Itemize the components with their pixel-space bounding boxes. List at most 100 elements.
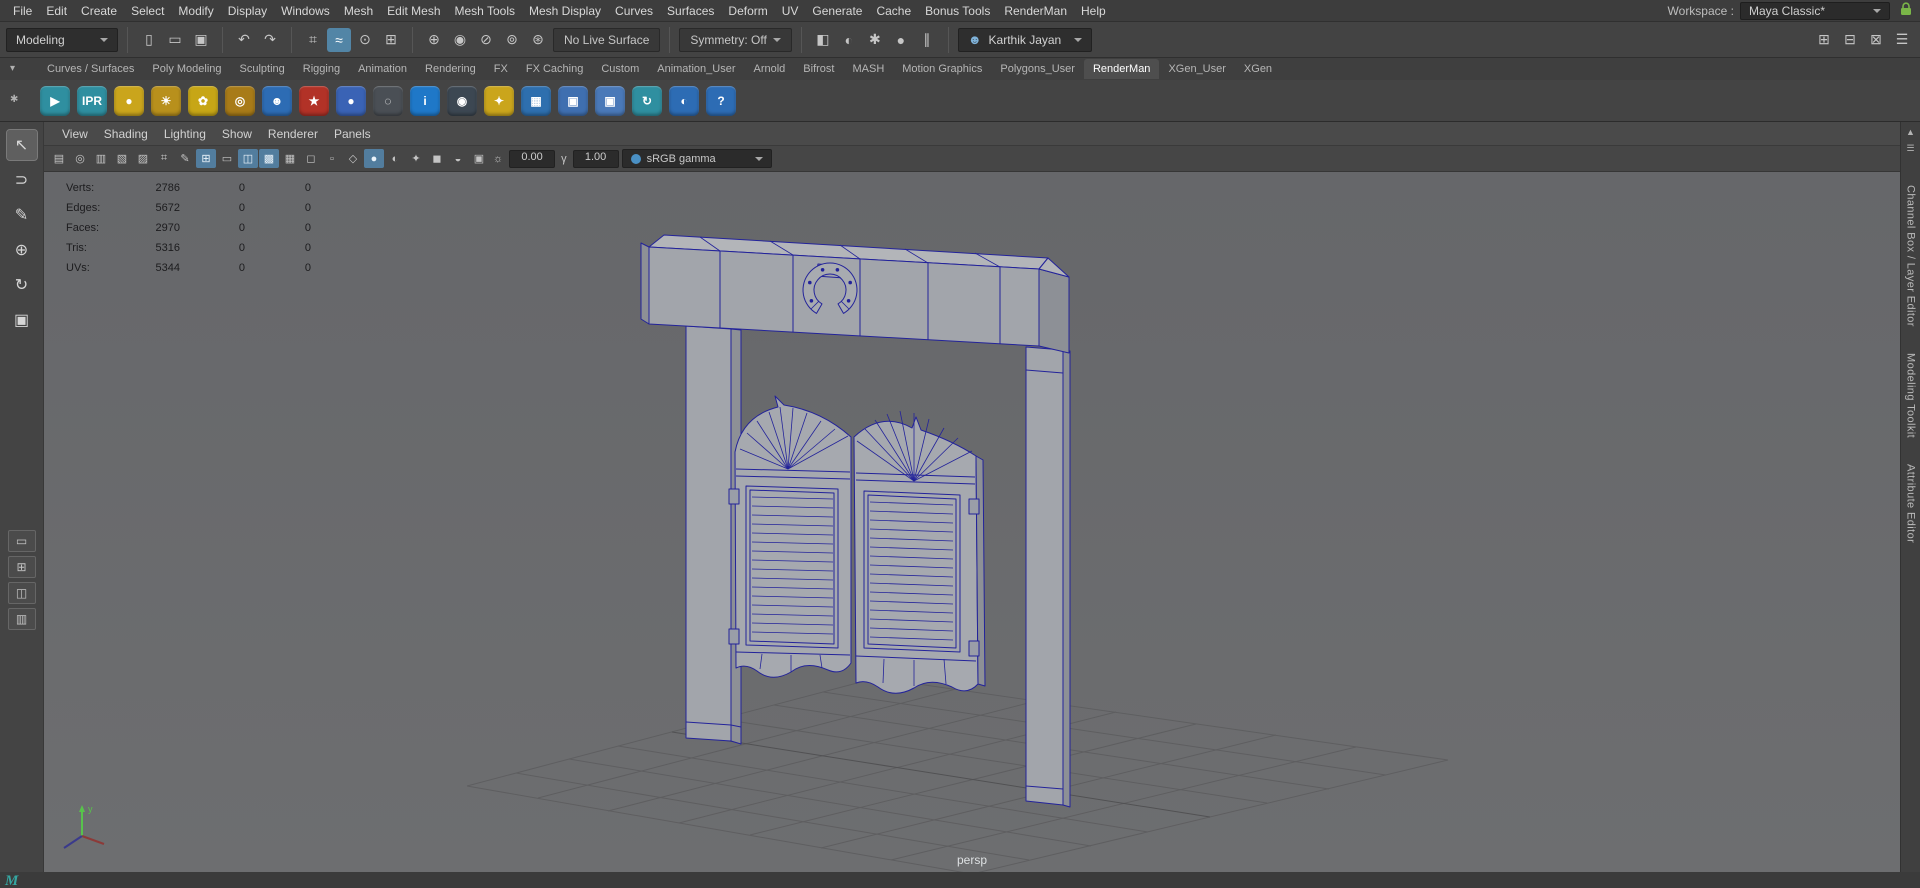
renderman-render-icon[interactable]: ▶ xyxy=(40,85,70,116)
menu-set-dropdown[interactable]: Modeling xyxy=(6,27,118,52)
swirl-sphere-icon[interactable]: ◐ xyxy=(669,85,699,116)
wireframe-mode-icon[interactable]: ◇ xyxy=(343,149,363,168)
panel-menu-item[interactable]: Show xyxy=(214,124,260,144)
light-bulb-icon[interactable]: ✦ xyxy=(484,85,514,116)
image-plane-icon[interactable]: ▨ xyxy=(133,149,153,168)
menu-item[interactable]: Mesh Display xyxy=(522,1,608,21)
menu-item[interactable]: Bonus Tools xyxy=(918,1,997,21)
save-scene-icon[interactable]: ▣ xyxy=(189,28,213,52)
lock-camera-icon[interactable]: ◎ xyxy=(70,149,90,168)
shelf-tab[interactable]: Bifrost xyxy=(794,59,843,79)
menu-item[interactable]: Mesh Tools xyxy=(448,1,522,21)
lpe-table-icon[interactable]: ▦ xyxy=(521,85,551,116)
chevron-up-icon[interactable]: ▲ xyxy=(1906,127,1915,143)
highlight-selection-icon[interactable]: ⊚ xyxy=(500,28,524,52)
tab-modeling-toolkit[interactable]: Modeling Toolkit xyxy=(1905,353,1917,438)
gold-material-icon[interactable]: ◎ xyxy=(225,85,255,116)
texture-ball-icon[interactable]: ● xyxy=(889,28,913,52)
shelf-tab[interactable]: Sculpting xyxy=(231,59,294,79)
safe-action-icon[interactable]: ◻ xyxy=(301,149,321,168)
layout-single-pane-icon[interactable]: ▭ xyxy=(7,530,36,553)
ipr-render-icon[interactable]: ◐ xyxy=(837,28,861,52)
shelf-tab[interactable]: Poly Modeling xyxy=(143,59,230,79)
grid-toggle-icon[interactable]: ⊞ xyxy=(196,149,216,168)
shelf-tab[interactable]: XGen_User xyxy=(1159,59,1234,79)
user-account-dropdown[interactable]: ☻ Karthik Jayan xyxy=(957,27,1093,52)
menu-item[interactable]: UV xyxy=(775,1,806,21)
select-tool-icon[interactable]: ↖ xyxy=(5,129,38,161)
character-light-icon[interactable]: ☻ xyxy=(262,85,292,116)
shelf-tab[interactable]: FX Caching xyxy=(517,59,592,79)
pan-zoom-2d-icon[interactable]: ⌗ xyxy=(154,149,174,168)
saloon-gate-model[interactable] xyxy=(640,234,1071,808)
redo-icon[interactable]: ↷ xyxy=(258,28,282,52)
gate-mask-icon[interactable]: ▩ xyxy=(259,149,279,168)
grease-pencil-icon[interactable]: ✎ xyxy=(175,149,195,168)
object-details-icon[interactable]: ⊞ xyxy=(1812,28,1836,52)
outliner-toggle-icon[interactable]: ☰ xyxy=(1890,28,1914,52)
snap-together-icon[interactable]: ⊕ xyxy=(422,28,446,52)
input-operations-icon[interactable]: ⊛ xyxy=(526,28,550,52)
selection-mask-icon[interactable]: ⊘ xyxy=(474,28,498,52)
blue-sphere-icon[interactable]: ● xyxy=(336,85,366,116)
use-all-lights-icon[interactable]: ✦ xyxy=(406,149,426,168)
shelf-gear-icon[interactable]: ✱ xyxy=(10,94,18,105)
panel-menu-item[interactable]: Shading xyxy=(96,124,156,144)
sun-light-icon[interactable]: ☀ xyxy=(151,85,181,116)
move-tool-icon[interactable]: ⊕ xyxy=(7,235,37,265)
shelf-tab[interactable]: Animation_User xyxy=(648,59,744,79)
snap-to-grid-icon[interactable]: ⌗ xyxy=(301,28,325,52)
render-settings-icon[interactable]: ✱ xyxy=(863,28,887,52)
menu-item[interactable]: Display xyxy=(221,1,274,21)
resolution-gate-icon[interactable]: ◫ xyxy=(238,149,258,168)
live-surface-field[interactable]: No Live Surface xyxy=(553,27,661,52)
layout-four-pane-icon[interactable]: ⊞ xyxy=(7,556,36,579)
shelf-menu-icon[interactable]: ▾ xyxy=(10,63,15,74)
star-burst-icon[interactable]: ★ xyxy=(299,85,329,116)
symmetry-dropdown[interactable]: Symmetry: Off xyxy=(679,27,792,52)
panel-menu-item[interactable]: Lighting xyxy=(156,124,214,144)
shelf-tab[interactable]: Animation xyxy=(349,59,416,79)
open-scene-icon[interactable]: ▭ xyxy=(163,28,187,52)
image-tool-icon[interactable]: ▣ xyxy=(558,85,588,116)
panel-menu-item[interactable]: Panels xyxy=(326,124,379,144)
image-display-icon[interactable]: ▣ xyxy=(595,85,625,116)
menu-item[interactable]: Select xyxy=(124,1,171,21)
shelf-tab[interactable]: Custom xyxy=(592,59,648,79)
menu-item[interactable]: Create xyxy=(74,1,124,21)
menu-item[interactable]: Curves xyxy=(608,1,660,21)
view-axis-gizmo[interactable]: y xyxy=(58,800,112,856)
menu-item[interactable]: Windows xyxy=(274,1,337,21)
undo-icon[interactable]: ↶ xyxy=(232,28,256,52)
lasso-tool-icon[interactable]: ⊃ xyxy=(7,165,37,195)
shaded-mode-icon[interactable]: ● xyxy=(364,149,384,168)
panel-menu-icon[interactable]: ☰ xyxy=(1906,143,1914,159)
anti-alias-icon[interactable]: ▣ xyxy=(469,149,489,168)
shelf-tab[interactable]: RenderMan xyxy=(1083,59,1160,79)
selection-ring-icon[interactable]: ◌ xyxy=(373,85,403,116)
menu-item[interactable]: Edit xyxy=(39,1,74,21)
rotate-tool-icon[interactable]: ↻ xyxy=(7,270,37,300)
tab-attribute-editor[interactable]: Attribute Editor xyxy=(1905,464,1917,543)
shelf-tab[interactable]: Arnold xyxy=(745,59,795,79)
menu-item[interactable]: Help xyxy=(1074,1,1113,21)
bookmark-icon[interactable]: ▧ xyxy=(112,149,132,168)
help-icon[interactable]: ? xyxy=(706,85,736,116)
shadows-icon[interactable]: ◼ xyxy=(427,149,447,168)
shelf-tab[interactable]: FX xyxy=(485,59,517,79)
info-icon[interactable]: i xyxy=(410,85,440,116)
layout-outliner-icon[interactable]: ▥ xyxy=(7,608,36,631)
viewport-canvas[interactable]: Verts: 2786 0 0 Edges: 5672 0 0 Faces: 2… xyxy=(44,172,1900,872)
lock-icon[interactable] xyxy=(1900,2,1912,19)
menu-item[interactable]: Edit Mesh xyxy=(380,1,447,21)
shelf-tab[interactable]: Rendering xyxy=(416,59,485,79)
graph-editor-icon[interactable]: ⊠ xyxy=(1864,28,1888,52)
shelf-tab[interactable]: Curves / Surfaces xyxy=(38,59,143,79)
render-view-icon[interactable]: ◧ xyxy=(811,28,835,52)
menu-item[interactable]: RenderMan xyxy=(997,1,1074,21)
gamma-field[interactable]: 1.00 xyxy=(572,149,619,168)
new-scene-icon[interactable]: ▯ xyxy=(137,28,161,52)
workspace-dropdown[interactable]: Maya Classic* xyxy=(1740,1,1890,20)
pause-icon[interactable]: ∥ xyxy=(915,28,939,52)
preview-sphere-icon[interactable]: ● xyxy=(114,85,144,116)
